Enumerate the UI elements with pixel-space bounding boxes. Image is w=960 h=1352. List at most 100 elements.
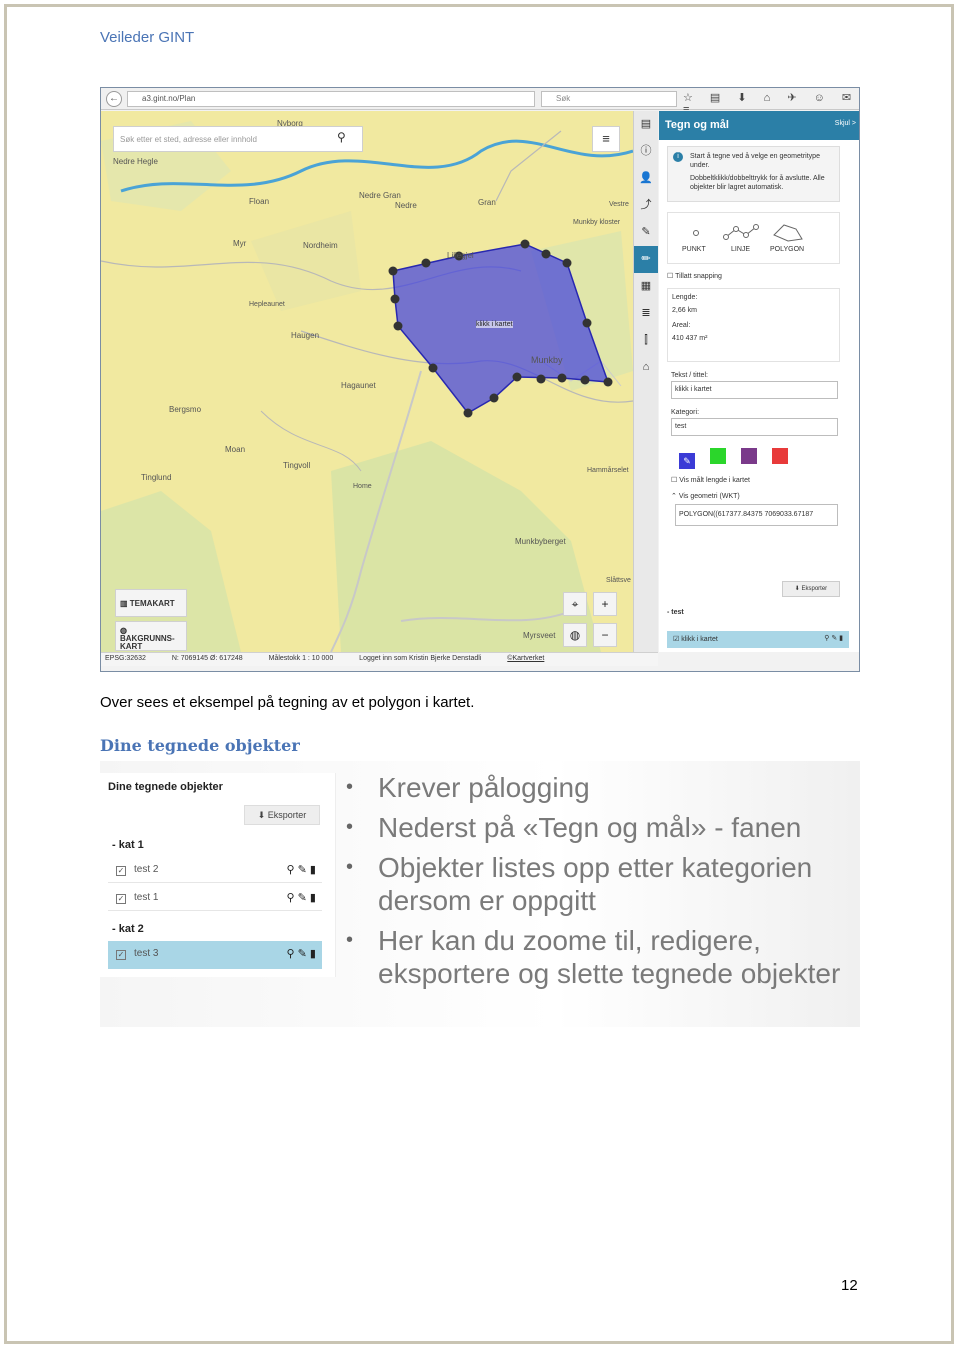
place-name: Myrsveet bbox=[523, 631, 556, 640]
info-icon[interactable]: ⓘ bbox=[634, 138, 658, 165]
info-text-1: Start å tegne ved å velge en geometrityp… bbox=[690, 153, 820, 169]
wkt-field[interactable]: POLYGON((617377.84375 7069033.67187 bbox=[675, 504, 838, 526]
category-label: Kategori: bbox=[671, 409, 700, 416]
share-icon[interactable]: ⤴ bbox=[634, 192, 658, 219]
draw-measure-panel: Tegn og mål Skjul > i Start å tegne ved … bbox=[659, 111, 859, 652]
geometry-icons bbox=[693, 224, 803, 242]
place-name: Tingvoll bbox=[283, 461, 311, 470]
place-name: Nedre bbox=[395, 201, 417, 210]
map-credit-link[interactable]: ©Kartverket bbox=[507, 655, 544, 662]
place-name: Haugen bbox=[291, 331, 320, 340]
place-name: Nedre Hegle bbox=[113, 157, 158, 166]
layers-icon[interactable]: ▤ bbox=[634, 111, 658, 138]
area-value: 410 437 m² bbox=[672, 335, 708, 342]
info-text-2: Dobbeltklikk/dobbelttrykk for å avslutte… bbox=[690, 175, 825, 191]
polygon-label: klikk i kartet bbox=[476, 321, 513, 328]
home-icon[interactable]: ⌂ bbox=[634, 354, 658, 381]
place-name: Hagaunet bbox=[341, 381, 376, 390]
list-icon[interactable]: ≣ bbox=[634, 300, 658, 327]
show-wkt-toggle[interactable]: ⌃ Vis geometri (WKT) bbox=[671, 492, 859, 500]
place-name: Moan bbox=[225, 445, 246, 454]
list-item[interactable]: ✓ test 2 ⚲ ✎ ▮ bbox=[108, 857, 322, 883]
place-name: Vestre bbox=[609, 201, 629, 208]
bakgrunnskart-button[interactable]: ◍ BAKGRUNNS-KART bbox=[115, 621, 187, 651]
length-label: Lengde: bbox=[672, 294, 698, 301]
place-name: Tinglund bbox=[141, 473, 172, 482]
place-name: Munkbyberget bbox=[515, 537, 566, 546]
zoom-in-button[interactable]: + bbox=[593, 592, 617, 616]
text-label: Tekst / tittel: bbox=[671, 372, 708, 379]
user-icon[interactable]: 👤 bbox=[634, 165, 658, 192]
browser-toolbar: ← a3.gint.no/Plan Søk ☆ ▤ ⬇ ⌂ ✈ ☺ ✉ ≡ bbox=[101, 88, 859, 116]
geom-point-button[interactable]: PUNKT bbox=[682, 246, 706, 253]
drawn-objects-panel: Dine tegnede objekter ⬇ Eksporter - kat … bbox=[100, 773, 336, 977]
geom-polygon-button[interactable]: POLYGON bbox=[770, 246, 804, 253]
status-bar: EPSG:32632 N: 7069145 Ø: 617248 Målestok… bbox=[101, 652, 658, 666]
category-input[interactable]: test bbox=[671, 418, 838, 436]
epsg-select[interactable]: EPSG:32632 bbox=[105, 655, 146, 662]
row-actions-icons[interactable]: ⚲ ✎ ▮ bbox=[287, 947, 316, 960]
tag-icon[interactable]: ✎ bbox=[634, 219, 658, 246]
place-name: Gran bbox=[478, 198, 496, 207]
place-name: Bergsmo bbox=[169, 405, 202, 414]
search-icon[interactable]: ⚲ bbox=[337, 130, 346, 144]
panel-header: Tegn og mål Skjul > bbox=[659, 111, 859, 140]
checkbox-icon[interactable]: ✓ bbox=[116, 866, 126, 876]
place-name: Home bbox=[353, 483, 372, 490]
list-item[interactable]: ✓ test 1 ⚲ ✎ ▮ bbox=[108, 885, 322, 911]
group-header[interactable]: - test bbox=[667, 609, 684, 616]
globe-button[interactable]: ◍ bbox=[563, 623, 587, 647]
page-header: Veileder GINT bbox=[100, 29, 195, 46]
length-value: 2,66 km bbox=[672, 307, 697, 314]
zoom-out-button[interactable]: − bbox=[593, 623, 617, 647]
locate-button[interactable]: ⌖ bbox=[563, 592, 587, 616]
place-name: Hepleaunet bbox=[249, 301, 285, 308]
browser-search-field[interactable]: Søk bbox=[541, 91, 677, 107]
back-icon[interactable]: ← bbox=[106, 91, 122, 107]
object-row[interactable]: ☑ klikk i kartet ⚲ ✎ ▮ bbox=[667, 631, 849, 648]
place-name: Munkby bbox=[531, 355, 563, 365]
show-length-checkbox[interactable]: ☐ Vis målt lengde i kartet bbox=[671, 476, 859, 484]
export-button[interactable]: ⬇ Eksporter bbox=[244, 805, 320, 825]
app-screenshot: ← a3.gint.no/Plan Søk ☆ ▤ ⬇ ⌂ ✈ ☺ ✉ ≡ kl… bbox=[100, 87, 860, 672]
snapping-checkbox[interactable]: ☐ Tillatt snapping bbox=[667, 272, 859, 280]
checkbox-icon[interactable]: ✓ bbox=[116, 950, 126, 960]
text-input[interactable]: klikk i kartet bbox=[671, 381, 838, 399]
measurement-box: Lengde: 2,66 km Areal: 410 437 m² bbox=[667, 288, 840, 362]
color-swatch-red[interactable] bbox=[772, 448, 788, 464]
briefcase-icon[interactable]: ▦ bbox=[634, 273, 658, 300]
place-name: Hammårselet bbox=[587, 467, 629, 474]
area-label: Areal: bbox=[672, 322, 691, 329]
color-swatch-purple[interactable] bbox=[741, 448, 757, 464]
row-actions-icons[interactable]: ⚲ ✎ ▮ bbox=[824, 634, 843, 642]
info-box: i Start å tegne ved å velge en geometrit… bbox=[667, 146, 840, 202]
color-swatch-blue[interactable]: ✎ bbox=[679, 453, 695, 469]
panel-title: Dine tegnede objekter bbox=[108, 781, 223, 793]
color-swatch-green[interactable] bbox=[710, 448, 726, 464]
bullet-item: Krever pålogging bbox=[346, 771, 856, 804]
geom-line-button[interactable]: LINJE bbox=[731, 246, 750, 253]
group-header[interactable]: - kat 1 bbox=[112, 839, 144, 851]
group-header[interactable]: - kat 2 bbox=[112, 923, 144, 935]
panel-title: Tegn og mål bbox=[665, 119, 729, 131]
row-actions-icons[interactable]: ⚲ ✎ ▮ bbox=[287, 863, 316, 876]
address-bar[interactable]: a3.gint.no/Plan bbox=[127, 91, 535, 107]
color-picker: ✎ bbox=[679, 448, 859, 469]
map-canvas[interactable]: klikk i kartet Nyborg Nedre Hegle Floan … bbox=[101, 111, 633, 652]
section-heading: Dine tegnede objekter bbox=[100, 736, 300, 755]
map-menu-icon[interactable]: ≡ bbox=[592, 126, 620, 152]
temakart-button[interactable]: ▥ TEMAKART bbox=[115, 589, 187, 617]
place-name: Lillegjel bbox=[447, 251, 474, 260]
map-search-input[interactable]: Søk etter et sted, adresse eller innhold bbox=[113, 126, 363, 152]
bookmark-icon[interactable]: ⫿ bbox=[634, 327, 658, 354]
list-item[interactable]: ✓ test 3 ⚲ ✎ ▮ bbox=[108, 941, 322, 969]
hide-panel-link[interactable]: Skjul > bbox=[835, 120, 856, 127]
info-circle-icon: i bbox=[673, 152, 683, 162]
place-name: Slåttsve bbox=[606, 577, 631, 584]
checkbox-icon[interactable]: ✓ bbox=[116, 894, 126, 904]
row-actions-icons[interactable]: ⚲ ✎ ▮ bbox=[287, 891, 316, 904]
pencil-icon[interactable]: ✏ bbox=[634, 246, 658, 273]
bullet-item: Nederst på «Tegn og mål» - fanen bbox=[346, 811, 856, 844]
export-button[interactable]: ⬇ Eksporter bbox=[782, 581, 840, 597]
geometry-picker: PUNKT LINJE POLYGON bbox=[667, 212, 840, 264]
